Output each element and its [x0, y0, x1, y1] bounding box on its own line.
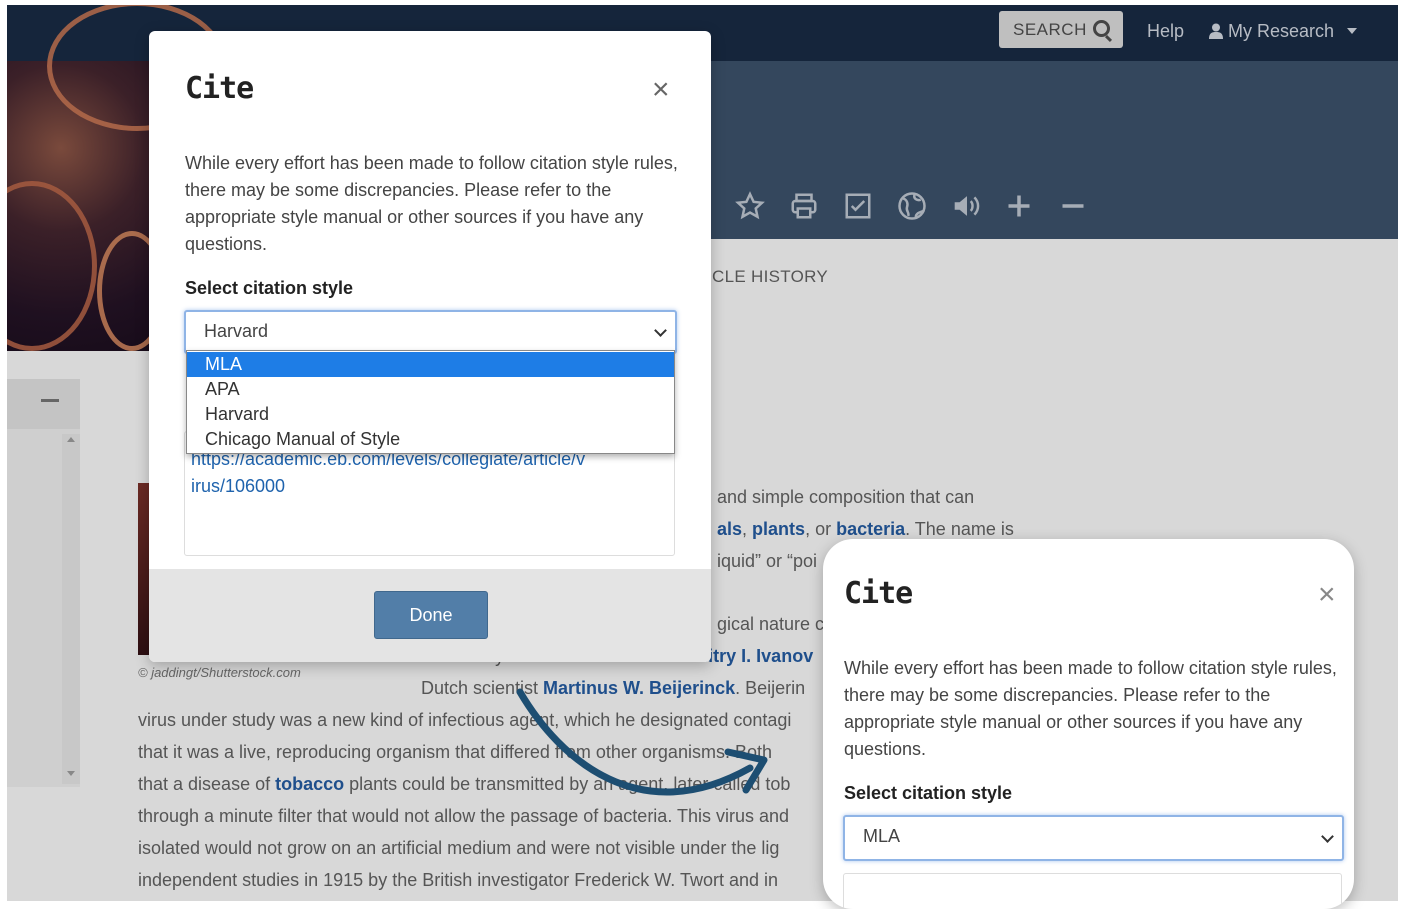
close-icon[interactable]: × — [1318, 580, 1336, 610]
selected-style-value: MLA — [863, 826, 901, 846]
citation-output-box — [843, 873, 1342, 909]
cite-modal-result: Cite × While every effort has been made … — [823, 539, 1354, 909]
citation-notice: While every effort has been made to foll… — [844, 658, 1337, 759]
modal-title: Cite — [844, 576, 913, 611]
citation-style-select[interactable]: MLA — [843, 815, 1344, 861]
chevron-down-icon — [1321, 830, 1334, 843]
citation-style-label: Select citation style — [844, 783, 1013, 803]
